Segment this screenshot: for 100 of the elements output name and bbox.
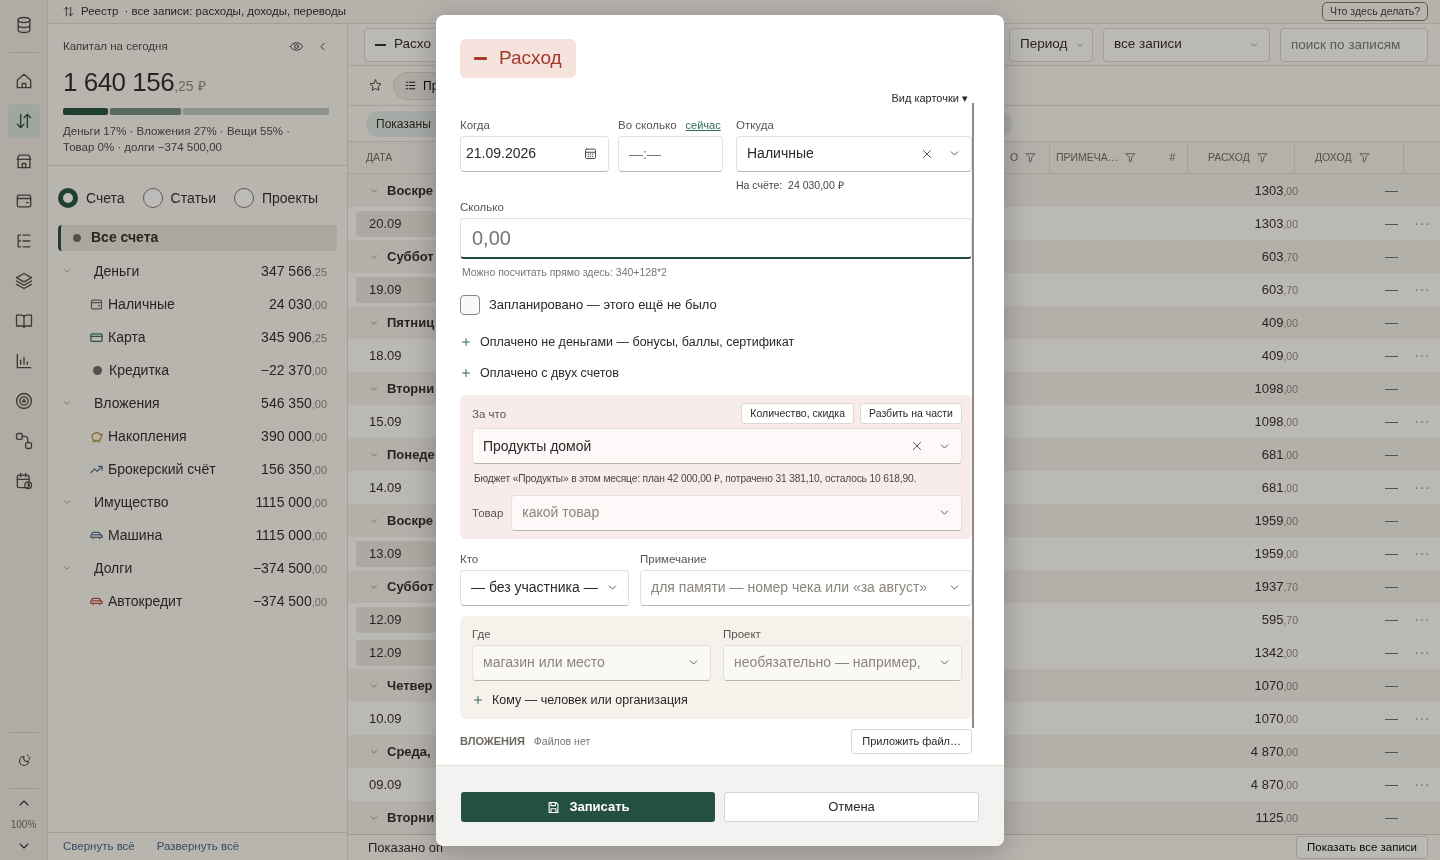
add-option-link[interactable]: Оплачено с двух счетов: [460, 363, 619, 383]
place-select[interactable]: магазин или место: [472, 644, 711, 681]
page-title: Реестр: [81, 3, 119, 19]
nodes-icon[interactable]: [13, 431, 34, 451]
participant-select[interactable]: — без участника —: [460, 569, 629, 606]
column-header[interactable]: РАСХОД: [1208, 149, 1250, 166]
date-cell-text: 15.09: [368, 412, 403, 431]
more-icon[interactable]: [1415, 353, 1429, 358]
records-filter-select[interactable]: все записи: [1103, 27, 1270, 62]
expense-type-button[interactable]: Расход: [460, 39, 576, 78]
field-label: Где: [472, 626, 492, 641]
income-cell-text: —: [1384, 478, 1399, 497]
account-group[interactable]: Вложения: [94, 392, 160, 414]
account-row[interactable]: Все счета: [58, 224, 337, 251]
period-dropdown[interactable]: Период: [1009, 27, 1093, 62]
date-cell: 19.09: [356, 276, 436, 303]
account-name[interactable]: Машина: [108, 524, 163, 546]
account-name[interactable]: Карта: [108, 326, 146, 348]
filter-icon[interactable]: [1124, 151, 1138, 164]
secondary-button[interactable]: Разбить на части: [860, 402, 962, 425]
more-icon[interactable]: [1415, 782, 1429, 787]
filter-icon[interactable]: [1255, 151, 1269, 164]
records-summary: Показано оп: [368, 838, 444, 857]
field-label: Во сколько: [618, 117, 677, 132]
account-name[interactable]: Накопления: [108, 425, 187, 447]
footer-link[interactable]: Развернуть всё: [156, 837, 240, 856]
card-view-dropdown[interactable]: Вид карточки ▾: [891, 90, 968, 107]
account-group[interactable]: Долги: [94, 557, 133, 579]
add-option-link[interactable]: Оплачено не деньгами — бонусы, баллы, сертификат: [460, 333, 795, 352]
secondary-button[interactable]: Количество, скидка: [741, 402, 855, 425]
account-name[interactable]: Брокерский счёт: [108, 458, 216, 480]
expense-cell-text: 603,70: [1260, 280, 1299, 299]
footer-link[interactable]: Свернуть всё: [63, 837, 135, 856]
checkbox[interactable]: [460, 295, 480, 315]
view-radio[interactable]: Счета: [58, 187, 125, 209]
income-cell-text: —: [1384, 643, 1399, 662]
category-select[interactable]: Продукты домой: [472, 428, 962, 465]
help-button[interactable]: Что здесь делать?: [1321, 1, 1428, 22]
column-header[interactable]: ПРИМЕЧА…: [1056, 149, 1119, 166]
more-icon[interactable]: [1415, 617, 1429, 622]
date-field[interactable]: 21.09.2026: [460, 135, 609, 172]
add-option-link[interactable]: Кому — человек или организация: [472, 690, 688, 710]
field-label: Товар: [472, 506, 504, 521]
more-icon[interactable]: [1415, 287, 1429, 292]
view-radio[interactable]: Проекты: [234, 187, 319, 209]
star-icon[interactable]: [368, 78, 383, 93]
amount-hint: Можно посчитать прямо здесь: 340+128*2: [461, 265, 668, 281]
day-label: Суббот: [387, 247, 434, 266]
list-icon: [404, 79, 417, 92]
column-header[interactable]: #: [1169, 149, 1176, 166]
day-label: Пятниц: [387, 313, 435, 332]
account-amount: 1115 000,00: [255, 492, 327, 512]
account-amount: −22 370,00: [260, 360, 327, 380]
expense-cell-text: 681,00: [1260, 445, 1299, 464]
note-field[interactable]: для памяти — номер чека или «за август»: [640, 569, 972, 606]
filter-icon[interactable]: [1357, 151, 1371, 164]
checkbox-label[interactable]: Запланировано — этого ещё не было: [489, 295, 717, 315]
account-select[interactable]: Наличные: [736, 135, 972, 172]
amount-field[interactable]: 0,00: [460, 218, 972, 260]
column-header[interactable]: ДАТА: [366, 149, 393, 166]
account-name[interactable]: Автокредит: [108, 590, 183, 612]
nav-button[interactable]: [7, 104, 40, 138]
now-link[interactable]: сейчас: [685, 116, 721, 132]
layers-icon[interactable]: [13, 271, 34, 291]
time-field[interactable]: —:—: [618, 135, 723, 172]
minus-icon: [474, 57, 487, 60]
budget-note: Бюджет «Продукты» в этом месяце: план 42 000,00 ₽, потрачено 31 381,10, осталось 10 618,90.: [474, 472, 918, 487]
capital-title: Капитал на сегодня: [63, 39, 168, 54]
more-icon[interactable]: [1415, 221, 1429, 226]
date-cell: 12.09: [356, 639, 436, 666]
account-group[interactable]: Деньги: [94, 260, 140, 282]
scrollbar[interactable]: [972, 102, 974, 728]
column-header[interactable]: ДОХОД: [1315, 149, 1352, 166]
wallet-icon: [89, 296, 104, 312]
attach-file-button[interactable]: Приложить файл…: [851, 729, 972, 754]
account-amount: 156 350,00: [261, 459, 327, 479]
account-name[interactable]: Наличные: [108, 293, 175, 315]
more-icon[interactable]: [1415, 485, 1429, 490]
view-radio[interactable]: Статьи: [142, 187, 216, 209]
target-icon[interactable]: [13, 391, 34, 411]
more-icon[interactable]: [1415, 551, 1429, 556]
date-cell-text: 14.09: [368, 478, 403, 497]
show-all-button[interactable]: Показать все записи: [1296, 835, 1428, 860]
more-icon[interactable]: [1415, 419, 1429, 424]
income-cell-text: —: [1384, 346, 1399, 365]
account-amount: 390 000,00: [261, 426, 327, 446]
column-header[interactable]: О: [1010, 149, 1019, 166]
more-icon[interactable]: [1415, 716, 1429, 721]
calendar-icon[interactable]: [583, 146, 598, 161]
search-field[interactable]: поиск по записям: [1280, 27, 1428, 62]
item-select[interactable]: какой товар: [511, 494, 962, 531]
save-button[interactable]: Записать: [461, 792, 715, 822]
account-name[interactable]: Кредитка: [109, 359, 170, 381]
filter-icon[interactable]: [1024, 151, 1038, 164]
account-group[interactable]: Имущество: [94, 491, 169, 513]
income-cell-text: —: [1384, 280, 1399, 299]
cancel-button[interactable]: Отмена: [724, 792, 979, 822]
save-icon: [546, 799, 562, 815]
income-cell-text: —: [1384, 709, 1399, 728]
more-icon[interactable]: [1415, 650, 1429, 655]
